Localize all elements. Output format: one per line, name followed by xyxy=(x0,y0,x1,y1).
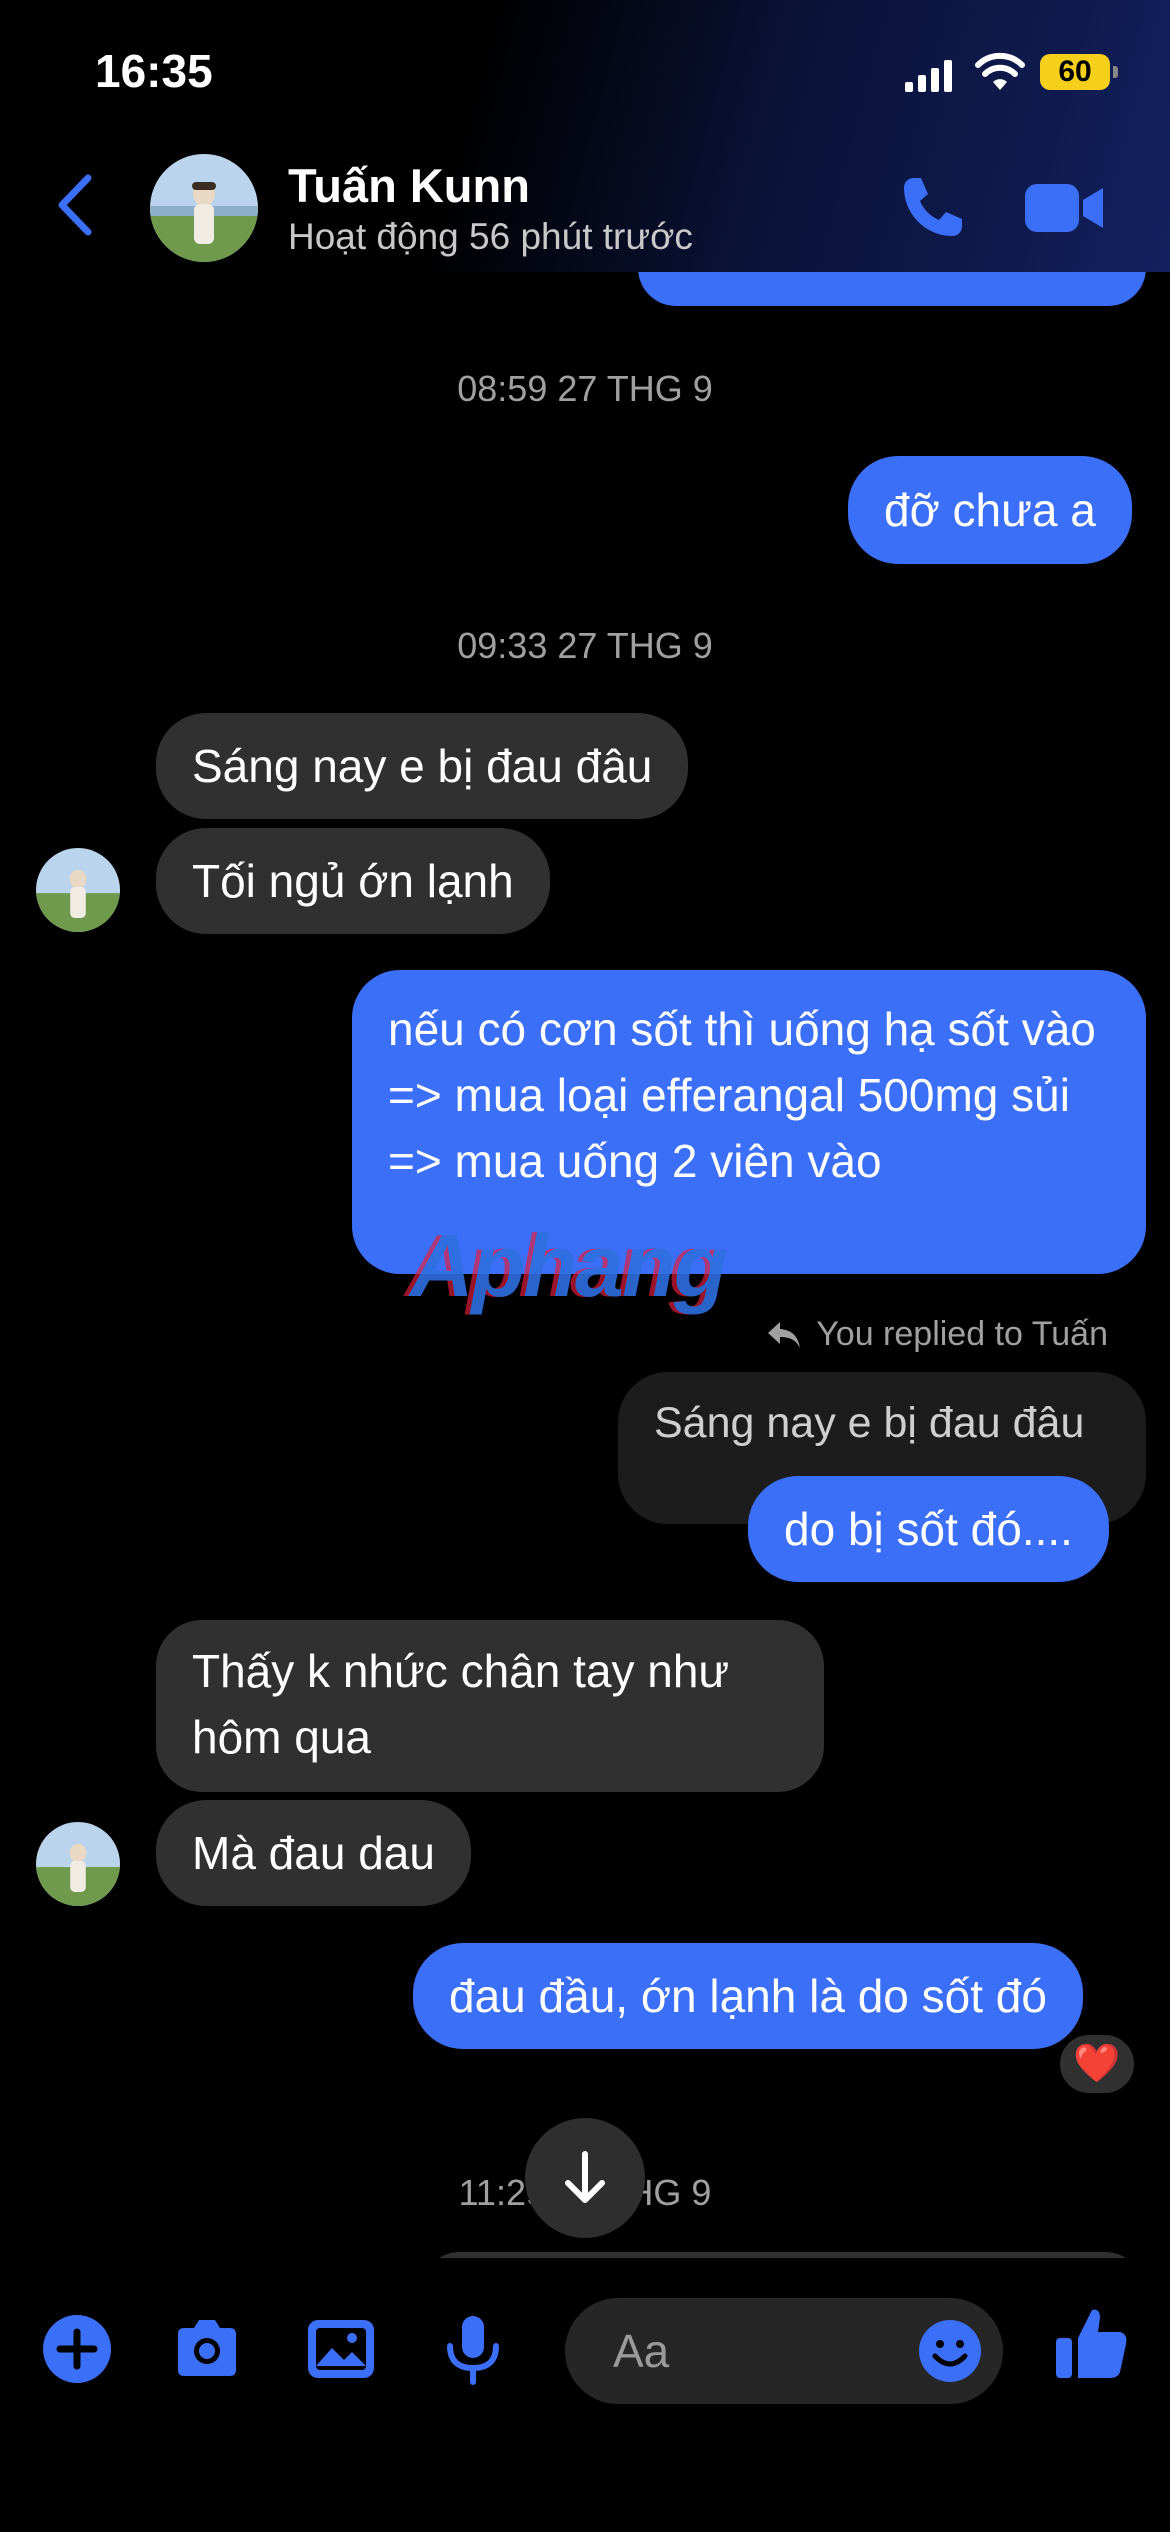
message-sent[interactable]: do bị sốt đó.... xyxy=(748,1476,1109,1582)
heart-icon: ❤️ xyxy=(1073,2043,1121,2085)
camera-icon[interactable] xyxy=(170,2312,244,2386)
like-icon[interactable] xyxy=(1052,2302,1132,2382)
contact-name: Tuấn Kunn xyxy=(288,159,530,212)
battery-indicator: 60 xyxy=(1040,54,1118,90)
image-icon[interactable] xyxy=(304,2312,378,2386)
wifi-icon xyxy=(975,52,1025,90)
avatar-image xyxy=(36,1822,120,1906)
message-sent[interactable]: đau đầu, ớn lạnh là do sốt đó xyxy=(413,1943,1083,2049)
timestamp: 08:59 27 THG 9 xyxy=(457,368,713,409)
phone-icon[interactable] xyxy=(898,172,968,242)
quoted-text: Sáng nay e bị đau đâu xyxy=(654,1399,1085,1447)
reply-label: You replied to Tuấn xyxy=(816,1315,1108,1353)
plus-icon[interactable] xyxy=(40,2312,114,2386)
top-bar: 16:35 60 Tuấn Kunn Hoạt động 56 phút trư… xyxy=(0,0,1170,272)
message-input-container[interactable] xyxy=(565,2298,1003,2404)
avatar-image xyxy=(36,848,120,932)
message-text: đỡ chưa a xyxy=(884,484,1096,536)
composer-bar xyxy=(0,2258,1170,2532)
message-input[interactable] xyxy=(611,2323,895,2379)
message-text: Thấy k nhức chân tay như hôm qua xyxy=(192,1645,730,1763)
sender-avatar[interactable] xyxy=(36,1822,120,1906)
message-text: do bị sốt đó.... xyxy=(784,1503,1073,1555)
message-text: nếu có cơn sốt thì uống hạ sốt vào => mu… xyxy=(388,1003,1096,1187)
signal-icon xyxy=(905,60,952,92)
reaction-badge[interactable]: ❤️ xyxy=(1055,2030,1139,2098)
message-text: Tối ngủ ớn lạnh xyxy=(192,855,514,907)
message-text: đau đầu, ớn lạnh là do sốt đó xyxy=(449,1970,1047,2022)
back-icon[interactable] xyxy=(50,170,100,240)
message-sent[interactable]: đỡ chưa a xyxy=(848,456,1132,564)
timestamp: 09:33 27 THG 9 xyxy=(457,625,713,666)
emoji-icon[interactable] xyxy=(917,2318,983,2384)
message-received[interactable]: Tối ngủ ớn lạnh xyxy=(156,828,550,934)
status-time: 16:35 xyxy=(95,45,213,97)
message-text: Mà đau dau xyxy=(192,1827,435,1879)
arrow-down-icon xyxy=(565,2151,605,2203)
avatar-image xyxy=(150,154,258,262)
message-received[interactable]: Mà đau dau xyxy=(156,1800,471,1906)
video-icon[interactable] xyxy=(1025,180,1105,236)
sender-avatar[interactable] xyxy=(36,848,120,932)
mic-icon[interactable] xyxy=(436,2312,510,2386)
scroll-down-button[interactable] xyxy=(525,2118,645,2238)
reply-icon xyxy=(768,1321,801,1348)
message-text: Sáng nay e bị đau đâu xyxy=(192,740,653,792)
contact-avatar[interactable] xyxy=(150,154,258,262)
reply-indicator: You replied to Tuấn xyxy=(766,1315,1108,1354)
message-received[interactable]: Thấy k nhức chân tay như hôm qua xyxy=(156,1620,824,1792)
message-received[interactable]: Sáng nay e bị đau đâu xyxy=(156,713,689,819)
watermark-logo: Aphang xyxy=(410,1216,728,1315)
contact-status: Hoạt động 56 phút trước xyxy=(288,216,693,257)
